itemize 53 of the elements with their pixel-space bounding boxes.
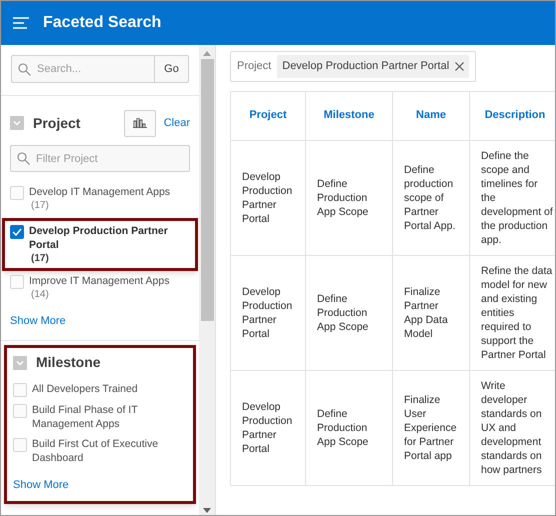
table-cell: Develop Production Partner Portal — [230, 370, 306, 485]
option-count: (14) — [31, 288, 50, 301]
checkbox[interactable] — [10, 186, 24, 200]
column-header[interactable]: Milestone — [306, 91, 392, 140]
option-label[interactable]: Improve IT Management Apps — [29, 274, 170, 288]
checkbox[interactable] — [10, 225, 24, 239]
menu-icon[interactable] — [13, 17, 29, 29]
go-button[interactable]: Go — [155, 55, 189, 83]
option-count: (17) — [31, 199, 50, 212]
table-cell: Define Production App Scope — [306, 140, 392, 255]
scrollbar-thumb[interactable] — [200, 59, 214, 321]
table-cell: Develop Production Partner Portal — [230, 255, 306, 370]
collapse-icon[interactable] — [10, 116, 24, 130]
table-cell: Finalize Partner App Data Model — [392, 255, 470, 370]
option-label[interactable]: Develop Production Partner Portal — [29, 224, 190, 252]
search-icon — [17, 152, 30, 165]
close-icon[interactable] — [455, 62, 464, 71]
filter-value: Develop Production Partner Portal — [282, 59, 450, 74]
search-icon — [18, 63, 31, 76]
table-cell: Define production scope of Partner Portal App. — [392, 140, 470, 255]
table-cell: Define Production App Scope — [306, 370, 392, 485]
check-icon — [12, 228, 22, 236]
collapse-icon[interactable] — [13, 356, 27, 370]
scrollbar[interactable] — [199, 45, 215, 515]
checkbox[interactable] — [10, 275, 24, 289]
scroll-up-icon[interactable] — [203, 51, 211, 56]
chart-button[interactable] — [124, 110, 156, 136]
bar-chart-icon — [132, 118, 147, 128]
show-more-link[interactable]: Show More — [13, 476, 187, 493]
column-header[interactable]: Name — [392, 91, 470, 140]
option-label[interactable]: Develop IT Management Apps — [29, 185, 170, 199]
page-title: Faceted Search — [43, 13, 162, 33]
facet-title: Milestone — [36, 353, 102, 372]
scroll-down-icon[interactable] — [203, 508, 211, 513]
facet-title: Project — [33, 114, 82, 133]
checkbox[interactable] — [13, 404, 27, 418]
filter-chip[interactable]: Develop Production Partner Portal — [277, 55, 470, 78]
filter-field[interactable]: Filter Project — [10, 145, 190, 172]
option-label[interactable]: All Developers Trained — [32, 382, 138, 396]
column-header[interactable]: Description — [470, 91, 555, 140]
column-header[interactable]: Project — [230, 91, 306, 140]
clear-link[interactable]: Clear — [164, 114, 190, 132]
option-label[interactable]: Build First Cut of Executive Dashboard — [32, 436, 187, 464]
option-count: (17) — [31, 252, 50, 265]
search-field[interactable]: Search... — [11, 55, 155, 83]
option-label[interactable]: Build Final Phase of IT Management Apps — [32, 402, 187, 430]
table-cell: Develop Production Partner Portal — [230, 140, 306, 255]
table-cell: Define Production App Scope — [306, 255, 392, 370]
table-cell: Finalize User Experience for Partner Portal app — [392, 370, 470, 485]
show-more-link[interactable]: Show More — [10, 313, 190, 330]
filter-label: Project — [237, 59, 272, 74]
checkbox[interactable] — [13, 382, 27, 396]
checkbox[interactable] — [13, 438, 27, 452]
